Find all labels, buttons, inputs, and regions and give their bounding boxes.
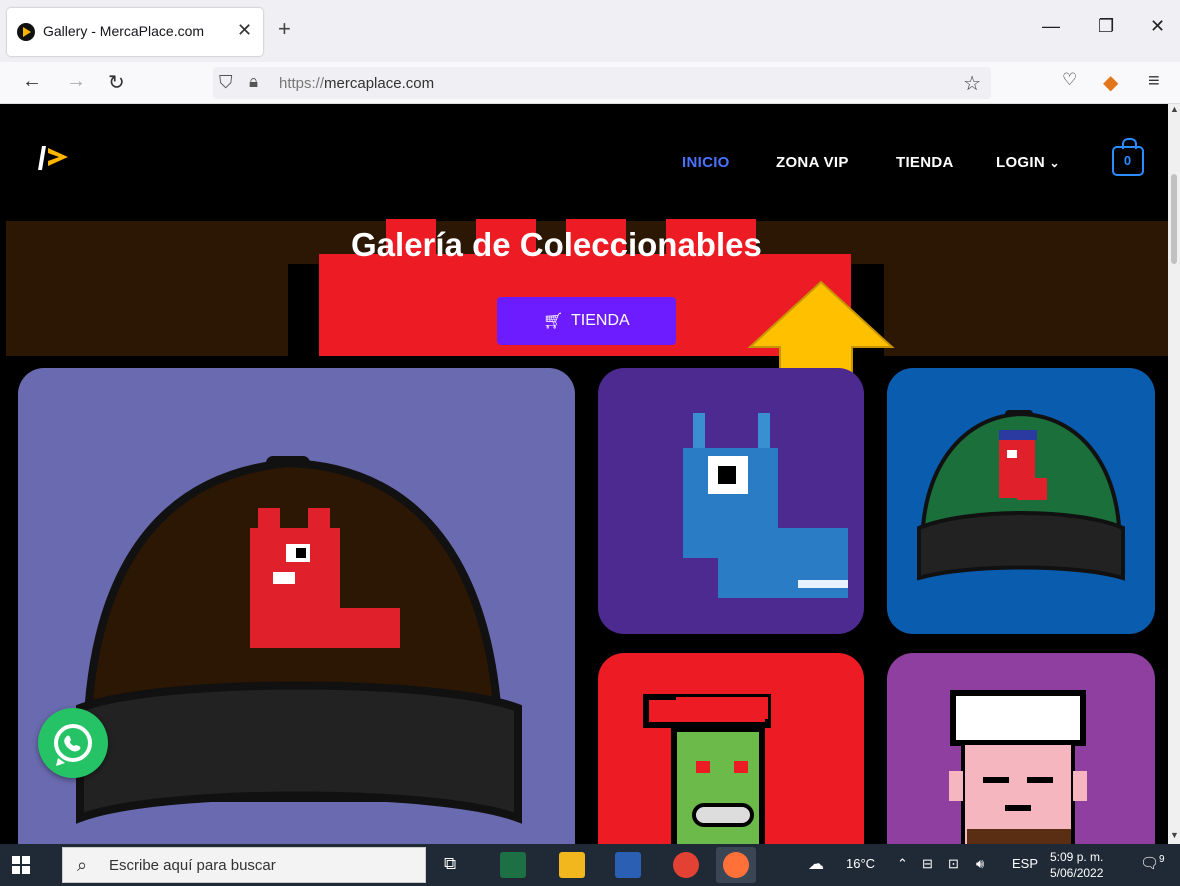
metamask-fox-icon[interactable]: ◆ <box>1103 70 1118 95</box>
site-logo-icon[interactable] <box>36 142 72 172</box>
nav-zona-vip[interactable]: ZONA VIP <box>776 154 849 171</box>
weather-cloud-icon[interactable]: ☁ <box>808 854 824 874</box>
browser-tab-bar: Gallery - MercaPlace.com ✕ + — ❐ ✕ <box>0 0 1180 62</box>
browser-nav-bar: ← → ↻ ⛉ 🔒︎ https://mercaplace.com ☆ ♡ ◆ … <box>0 62 1180 104</box>
pixel-block <box>288 264 319 356</box>
whatsapp-icon <box>54 724 92 766</box>
forward-arrow-icon[interactable]: → <box>66 70 86 93</box>
hero-title: Galería de Coleccionables <box>351 226 762 263</box>
menu-hamburger-icon[interactable]: ≡ <box>1148 70 1160 93</box>
scroll-down-icon[interactable]: ▼ <box>1170 830 1179 840</box>
word-icon[interactable] <box>615 852 641 878</box>
input-language[interactable]: ESP <box>1012 856 1038 871</box>
cart-button[interactable]: 0 <box>1112 138 1144 176</box>
minimize-window-button[interactable]: — <box>1042 16 1060 37</box>
clock-date: 5/06/2022 <box>1050 866 1104 880</box>
tracking-shield-icon[interactable]: ⛉ <box>219 72 233 93</box>
scroll-up-icon[interactable]: ▲ <box>1170 104 1179 114</box>
collectible-card-blue-creature[interactable] <box>598 368 864 634</box>
windows-taskbar: ⌕ Escribe aquí para buscar ⧉ ☁ 16°C ⌃ ⊟ … <box>0 844 1180 886</box>
pocket-icon[interactable]: ♡ <box>1062 70 1077 90</box>
url-text[interactable]: https://mercaplace.com <box>279 75 434 92</box>
taskbar-search-input[interactable]: ⌕ Escribe aquí para buscar <box>62 847 426 883</box>
meet-now-icon[interactable]: ⊡ <box>948 856 959 872</box>
firefox-taskbar-item[interactable] <box>716 847 756 883</box>
address-bar[interactable]: ⛉ 🔒︎ https://mercaplace.com ☆ <box>213 67 991 99</box>
windows-start-icon[interactable] <box>12 856 30 874</box>
reload-icon[interactable]: ↻ <box>108 70 125 95</box>
lock-icon[interactable]: 🔒︎ <box>249 72 258 92</box>
chrome-icon[interactable] <box>673 852 699 878</box>
nav-login[interactable]: LOGIN ⌄ <box>996 154 1060 171</box>
firefox-icon <box>723 852 749 878</box>
pixel-face-image <box>949 690 1087 844</box>
bookmark-star-icon[interactable]: ☆ <box>963 71 981 96</box>
collectible-card-green-cap[interactable] <box>887 368 1155 634</box>
task-view-icon[interactable]: ⧉ <box>444 854 456 874</box>
restore-window-button[interactable]: ❐ <box>1098 16 1114 37</box>
pixel-green-character-image <box>643 694 771 844</box>
browser-tab[interactable]: Gallery - MercaPlace.com ✕ <box>7 8 263 56</box>
close-window-button[interactable]: ✕ <box>1150 16 1165 37</box>
page-scrollbar[interactable]: ▲ ▼ <box>1168 104 1180 844</box>
network-icon[interactable]: ⊟ <box>922 856 933 872</box>
excel-icon[interactable] <box>500 852 526 878</box>
taskbar-search-placeholder: Escribe aquí para buscar <box>109 857 276 874</box>
cart-count: 0 <box>1123 153 1132 168</box>
whatsapp-button[interactable] <box>38 708 108 778</box>
clock-time: 5:09 p. m. <box>1050 850 1104 864</box>
notification-count: 9 <box>1159 854 1165 865</box>
back-arrow-icon[interactable]: ← <box>22 70 42 93</box>
collectible-card-face-character[interactable] <box>887 653 1155 844</box>
chevron-down-icon: ⌄ <box>1049 156 1060 170</box>
notifications-icon[interactable]: 🗨︎9 <box>1140 854 1165 872</box>
weather-temperature[interactable]: 16°C <box>846 856 875 871</box>
pixel-green-cap-image <box>917 410 1125 581</box>
file-explorer-icon[interactable] <box>559 852 585 878</box>
tab-title: Gallery - MercaPlace.com <box>43 23 205 39</box>
collectible-card-green-character[interactable] <box>598 653 864 844</box>
nav-login-label: LOGIN <box>996 154 1045 171</box>
tienda-button-label: TIENDA <box>571 312 630 329</box>
system-clock[interactable]: 5:09 p. m. 5/06/2022 <box>1050 849 1103 881</box>
tienda-button[interactable]: 🛒︎ TIENDA <box>497 297 676 345</box>
new-tab-button[interactable]: + <box>278 16 291 42</box>
volume-icon[interactable]: 🔊︎ <box>976 856 984 872</box>
search-icon: ⌕ <box>77 855 88 875</box>
show-hidden-icons-icon[interactable]: ⌃ <box>897 856 908 872</box>
site-header: INICIO ZONA VIP TIENDA LOGIN ⌄ 0 <box>6 104 1168 219</box>
scrollbar-thumb[interactable] <box>1171 174 1177 264</box>
close-tab-icon[interactable]: ✕ <box>237 20 252 41</box>
site-favicon-icon <box>17 23 35 41</box>
nav-tienda[interactable]: TIENDA <box>896 154 954 171</box>
web-page: INICIO ZONA VIP TIENDA LOGIN ⌄ 0 Galería… <box>6 104 1168 844</box>
pixel-creature-image <box>683 413 848 598</box>
nav-inicio[interactable]: INICIO <box>682 154 730 171</box>
shopping-cart-icon: 🛒︎ <box>543 313 564 330</box>
